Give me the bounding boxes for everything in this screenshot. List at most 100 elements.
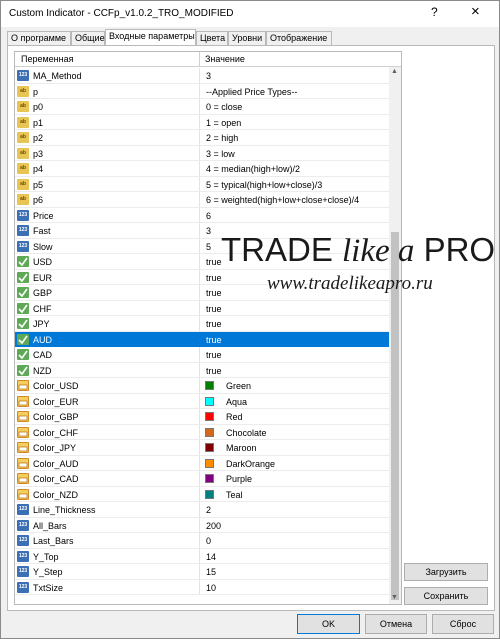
param-value[interactable]: true xyxy=(206,366,222,376)
integer-type-icon: 123 xyxy=(17,581,29,593)
tab-levels[interactable]: Уровни xyxy=(228,31,266,45)
param-value[interactable]: 2 xyxy=(206,505,211,515)
color-type-icon xyxy=(17,395,29,407)
scroll-down-icon[interactable]: ▼ xyxy=(391,594,398,601)
param-value[interactable]: 5 xyxy=(206,242,211,252)
param-value[interactable]: Teal xyxy=(226,490,243,500)
table-row[interactable]: 123 TxtSize 10 xyxy=(15,579,389,595)
table-row[interactable]: 123 Line_Thickness 2 xyxy=(15,502,389,518)
param-value[interactable]: 2 = high xyxy=(206,133,238,143)
param-value[interactable]: Green xyxy=(226,381,251,391)
table-row[interactable]: Color_NZD Teal xyxy=(15,486,389,502)
param-name: All_Bars xyxy=(33,520,67,531)
color-swatch[interactable] xyxy=(205,489,214,499)
param-value[interactable]: 0 = close xyxy=(206,102,242,112)
param-value[interactable]: Maroon xyxy=(226,443,257,453)
table-row[interactable]: 123 MA_Method 3 xyxy=(15,68,389,84)
param-value[interactable]: --Applied Price Types-- xyxy=(206,87,297,97)
color-swatch[interactable] xyxy=(205,381,214,390)
table-row[interactable]: 123 Y_Top 14 xyxy=(15,548,389,564)
param-value[interactable]: true xyxy=(206,319,222,329)
param-name: p2 xyxy=(33,133,44,143)
param-value[interactable]: 6 xyxy=(206,211,211,221)
tab-colors[interactable]: Цвета xyxy=(196,31,228,45)
table-row[interactable]: 123 Last_Bars 0 xyxy=(15,533,389,549)
load-button[interactable]: Загрузить xyxy=(404,563,488,581)
vertical-scrollbar[interactable]: ▲ ▼ xyxy=(389,67,401,604)
param-value[interactable]: 4 = median(high+low)/2 xyxy=(206,164,300,174)
table-row[interactable]: 123 Y_Step 15 xyxy=(15,564,389,580)
color-swatch[interactable] xyxy=(205,443,214,452)
param-value[interactable]: 1 = open xyxy=(206,118,241,128)
column-header-value[interactable]: Значение xyxy=(205,54,245,64)
table-row[interactable]: ab p0 0 = close xyxy=(15,99,389,115)
table-row[interactable]: 123 Price 6 xyxy=(15,207,389,223)
param-value[interactable]: true xyxy=(206,273,222,283)
param-value[interactable]: 14 xyxy=(206,552,216,562)
table-row[interactable]: ab p --Applied Price Types-- xyxy=(15,83,389,99)
table-row[interactable]: ab p5 5 = typical(high+low+close)/3 xyxy=(15,176,389,192)
param-value[interactable]: DarkOrange xyxy=(226,459,275,469)
table-row[interactable]: Color_EUR Aqua xyxy=(15,393,389,409)
help-icon[interactable]: ? xyxy=(431,5,438,19)
table-row[interactable]: Color_AUD DarkOrange xyxy=(15,455,389,471)
table-row[interactable]: ab p2 2 = high xyxy=(15,130,389,146)
param-value[interactable]: 3 xyxy=(206,71,211,81)
table-row[interactable]: CHF true xyxy=(15,300,389,316)
ok-button[interactable]: OK xyxy=(297,614,360,634)
table-row[interactable]: ab p3 3 = low xyxy=(15,145,389,161)
param-value[interactable]: Red xyxy=(226,412,243,422)
param-value[interactable]: true xyxy=(206,304,222,314)
param-value[interactable]: 3 = low xyxy=(206,149,235,159)
table-row[interactable]: ab p6 6 = weighted(high+low+close+close)/4 xyxy=(15,192,389,208)
table-row[interactable]: 123 All_Bars 200 xyxy=(15,517,389,533)
cell-divider xyxy=(199,269,200,285)
table-row[interactable]: Color_CAD Purple xyxy=(15,471,389,487)
param-value[interactable]: true xyxy=(206,257,222,267)
param-value[interactable]: Aqua xyxy=(226,397,247,407)
param-value[interactable]: 6 = weighted(high+low+close+close)/4 xyxy=(206,195,359,205)
table-row[interactable]: JPY true xyxy=(15,316,389,332)
close-icon[interactable]: × xyxy=(471,3,480,20)
tab-common[interactable]: Общие xyxy=(71,31,105,45)
column-header-variable[interactable]: Переменная xyxy=(21,54,74,64)
param-value[interactable]: true xyxy=(206,350,222,360)
param-value[interactable]: true xyxy=(206,288,222,298)
boolean-type-icon xyxy=(17,318,29,329)
column-divider[interactable] xyxy=(199,52,200,67)
cancel-button[interactable]: Отмена xyxy=(365,614,427,634)
table-row[interactable]: AUD true xyxy=(15,331,389,347)
table-row[interactable]: ab p4 4 = median(high+low)/2 xyxy=(15,161,389,177)
cell-divider xyxy=(199,362,200,378)
color-swatch[interactable] xyxy=(205,427,214,437)
window-title: Custom Indicator - CCFp_v1.0.2_TRO_MODIF… xyxy=(9,8,234,19)
table-row[interactable]: Color_JPY Maroon xyxy=(15,440,389,456)
color-swatch[interactable] xyxy=(205,458,214,468)
table-row[interactable]: Color_GBP Red xyxy=(15,409,389,425)
table-row[interactable]: Color_USD Green xyxy=(15,378,389,394)
param-value[interactable]: 3 xyxy=(206,226,211,236)
param-value[interactable]: 5 = typical(high+low+close)/3 xyxy=(206,180,322,190)
param-value[interactable]: Purple xyxy=(226,474,252,484)
param-value[interactable]: Chocolate xyxy=(226,428,267,438)
tab-inputs[interactable]: Входные параметры xyxy=(105,29,196,45)
color-swatch[interactable] xyxy=(205,412,214,421)
param-value[interactable]: 10 xyxy=(206,583,216,593)
color-swatch[interactable] xyxy=(205,474,214,483)
table-row[interactable]: Color_CHF Chocolate xyxy=(15,424,389,440)
param-value[interactable]: 0 xyxy=(206,536,211,546)
param-value[interactable]: 200 xyxy=(206,521,221,531)
param-value[interactable]: 15 xyxy=(206,567,216,577)
table-row[interactable]: NZD true xyxy=(15,362,389,378)
tab-about[interactable]: О программе xyxy=(7,31,71,45)
color-swatch[interactable] xyxy=(205,396,214,406)
scroll-up-icon[interactable]: ▲ xyxy=(391,68,398,75)
param-value[interactable]: true xyxy=(206,335,222,345)
cell-divider xyxy=(199,533,200,549)
reset-button[interactable]: Сброс xyxy=(432,614,494,634)
tab-visualization[interactable]: Отображение xyxy=(266,31,332,45)
table-row[interactable]: CAD true xyxy=(15,347,389,363)
table-row[interactable]: ab p1 1 = open xyxy=(15,114,389,130)
save-button[interactable]: Сохранить xyxy=(404,587,488,605)
title-bar[interactable]: Custom Indicator - CCFp_v1.0.2_TRO_MODIF… xyxy=(1,1,499,27)
